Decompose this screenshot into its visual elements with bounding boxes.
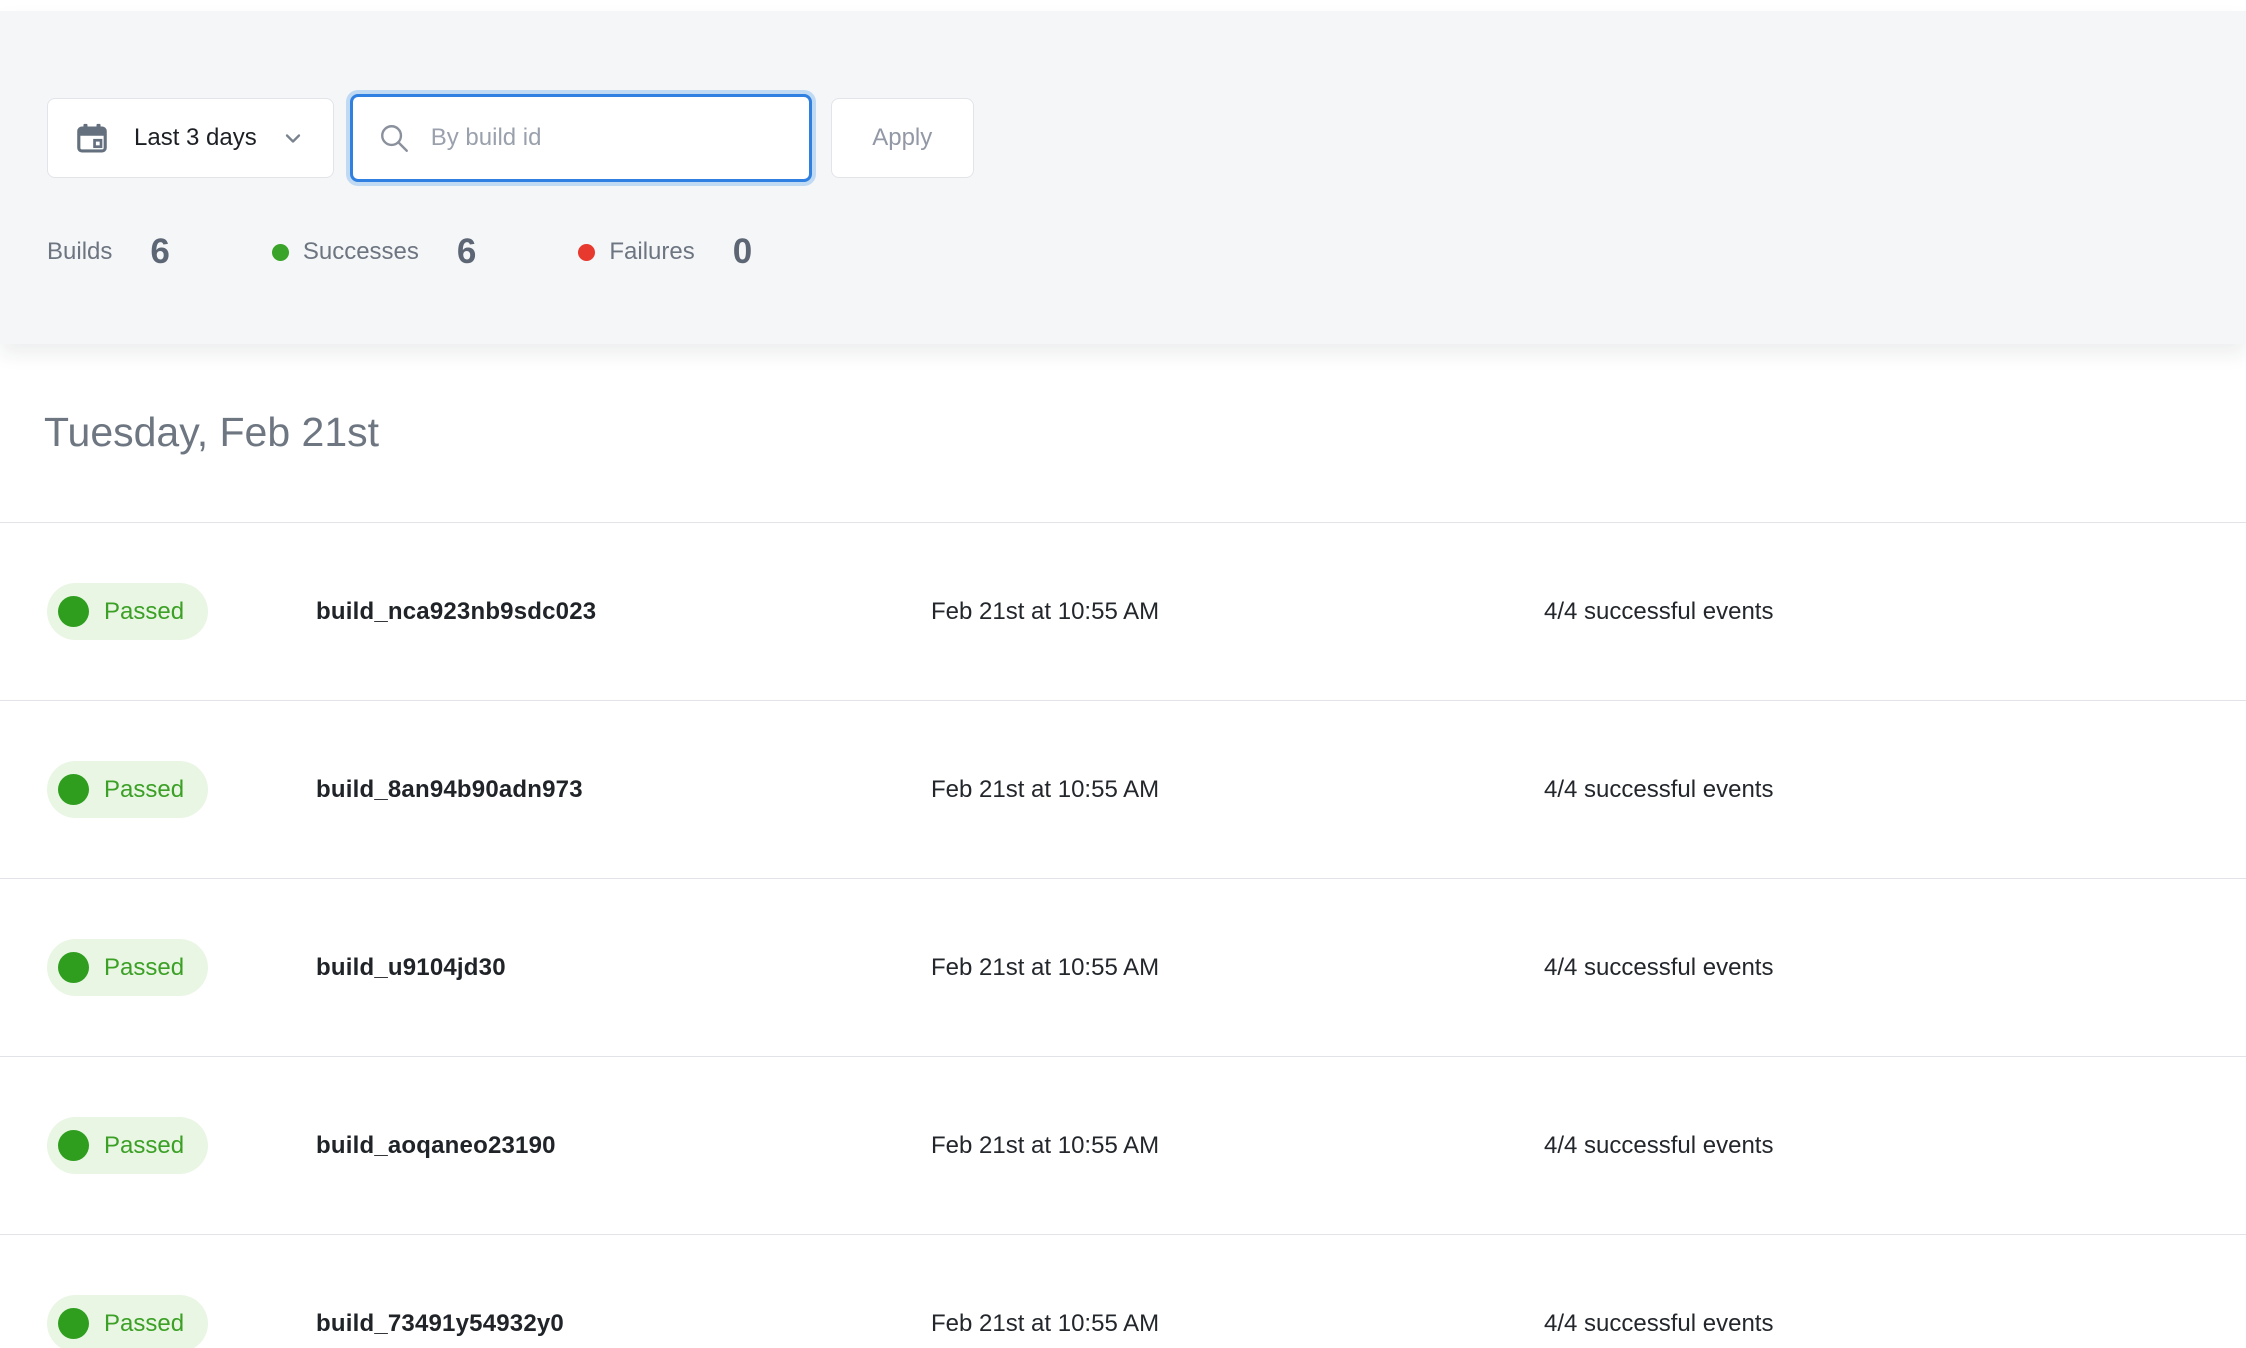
status-label: Passed (104, 776, 184, 804)
status-cell: Passed (47, 761, 316, 818)
status-cell: Passed (47, 583, 316, 640)
filter-bar: Last 3 days Apply (47, 98, 2246, 178)
build-row[interactable]: Passed build_aoqaneo23190 Feb 21st at 10… (0, 1056, 2246, 1234)
build-id: build_73491y54932y0 (316, 1310, 931, 1338)
filters-panel: Last 3 days Apply (0, 11, 2246, 344)
build-timestamp: Feb 21st at 10:55 AM (931, 1132, 1544, 1160)
builds-count: 6 (150, 232, 169, 272)
status-label: Passed (104, 954, 184, 982)
status-badge: Passed (47, 583, 208, 640)
status-label: Passed (104, 1132, 184, 1160)
green-circle-icon (58, 952, 89, 983)
build-row[interactable]: Passed build_u9104jd30 Feb 21st at 10:55… (0, 878, 2246, 1056)
build-events: 4/4 successful events (1544, 954, 2246, 982)
search-input[interactable] (431, 124, 789, 152)
failures-count: 0 (733, 232, 752, 272)
date-group-heading: Tuesday, Feb 21st (0, 344, 2246, 457)
build-row[interactable]: Passed build_73491y54932y0 Feb 21st at 1… (0, 1234, 2246, 1348)
chevron-down-icon (281, 126, 305, 150)
status-badge: Passed (47, 939, 208, 996)
status-badge: Passed (47, 1117, 208, 1174)
stat-failures: Failures 0 (578, 232, 752, 272)
status-cell: Passed (47, 1117, 316, 1174)
build-events: 4/4 successful events (1544, 598, 2246, 626)
build-timestamp: Feb 21st at 10:55 AM (931, 776, 1544, 804)
status-label: Passed (104, 598, 184, 626)
stat-successes: Successes 6 (272, 232, 477, 272)
red-dot-icon (578, 244, 595, 261)
build-timestamp: Feb 21st at 10:55 AM (931, 1310, 1544, 1338)
date-range-dropdown[interactable]: Last 3 days (47, 98, 334, 178)
build-row[interactable]: Passed build_nca923nb9sdc023 Feb 21st at… (0, 522, 2246, 700)
builds-label: Builds (47, 238, 112, 266)
build-timestamp: Feb 21st at 10:55 AM (931, 598, 1544, 626)
successes-count: 6 (457, 232, 476, 272)
green-circle-icon (58, 774, 89, 805)
green-circle-icon (58, 596, 89, 627)
search-icon (377, 121, 411, 155)
build-id: build_aoqaneo23190 (316, 1132, 931, 1160)
build-row[interactable]: Passed build_8an94b90adn973 Feb 21st at … (0, 700, 2246, 878)
build-events: 4/4 successful events (1544, 1310, 2246, 1338)
stat-builds: Builds 6 (47, 232, 170, 272)
status-badge: Passed (47, 761, 208, 818)
stats-bar: Builds 6 Successes 6 Failures 0 (47, 232, 2246, 272)
build-events: 4/4 successful events (1544, 1132, 2246, 1160)
failures-label: Failures (609, 238, 694, 266)
build-list: Passed build_nca923nb9sdc023 Feb 21st at… (0, 522, 2246, 1348)
status-badge: Passed (47, 1295, 208, 1348)
successes-label: Successes (303, 238, 419, 266)
builds-main: Tuesday, Feb 21st Passed build_nca923nb9… (0, 344, 2246, 1348)
green-circle-icon (58, 1130, 89, 1161)
build-timestamp: Feb 21st at 10:55 AM (931, 954, 1544, 982)
build-id: build_nca923nb9sdc023 (316, 598, 931, 626)
build-events: 4/4 successful events (1544, 776, 2246, 804)
green-dot-icon (272, 244, 289, 261)
green-circle-icon (58, 1308, 89, 1339)
date-range-value: Last 3 days (134, 124, 257, 152)
status-cell: Passed (47, 1295, 316, 1348)
status-cell: Passed (47, 939, 316, 996)
search-box[interactable] (350, 94, 812, 182)
calendar-icon (74, 120, 110, 156)
build-id: build_u9104jd30 (316, 954, 931, 982)
builds-dashboard: Last 3 days Apply (0, 11, 2246, 1348)
status-label: Passed (104, 1310, 184, 1338)
build-id: build_8an94b90adn973 (316, 776, 931, 804)
apply-button[interactable]: Apply (831, 98, 974, 178)
